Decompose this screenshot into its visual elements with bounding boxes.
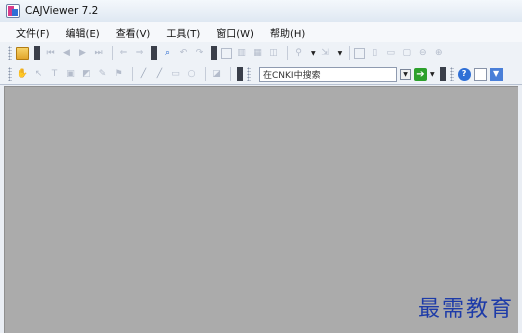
toolbar-grip-icon[interactable] <box>247 67 251 81</box>
menu-bar: 文件(F) 编辑(E) 查看(V) 工具(T) 窗口(W) 帮助(H) <box>0 22 522 42</box>
menu-view[interactable]: 查看(V) <box>116 25 151 40</box>
menu-help[interactable]: 帮助(H) <box>270 25 305 40</box>
chevron-down-icon[interactable]: ▼ <box>311 50 316 57</box>
forward-icon[interactable]: ⇒ <box>133 47 146 60</box>
zoom-out-icon[interactable]: ⊖ <box>416 47 429 60</box>
zoom-icon[interactable]: ⚲ <box>292 47 305 60</box>
text-select-icon[interactable]: T <box>48 68 61 81</box>
toolbar-separator <box>112 46 113 60</box>
toolbar-row-1: ⏮ ◀ ▶ ⏭ ⇐ ⇒ ⌕ ↶ ↷ ▥ ▦ ◫ ⚲ ▼ ⇲ ▼ ▯ ▭ ▢ ⊖ … <box>0 43 522 63</box>
menu-edit[interactable]: 编辑(E) <box>66 25 100 40</box>
toolbar-grip-icon[interactable] <box>151 46 157 60</box>
menu-file[interactable]: 文件(F) <box>16 25 50 40</box>
toolbar-grip-icon[interactable] <box>237 67 243 81</box>
menu-tools[interactable]: 工具(T) <box>166 25 200 40</box>
cajviewer-icon <box>6 4 20 18</box>
fit-page-icon[interactable]: ▯ <box>368 47 381 60</box>
window-title: CAJViewer 7.2 <box>25 5 99 17</box>
title-bar[interactable]: CAJViewer 7.2 <box>0 0 522 22</box>
continuous-page-icon[interactable]: ▥ <box>235 47 248 60</box>
image-select-icon[interactable]: ▣ <box>64 68 77 81</box>
toolbar-grip-icon[interactable] <box>211 46 217 60</box>
toolbar-grip-icon[interactable] <box>439 67 446 81</box>
search-dropdown-button[interactable]: ▼ <box>400 68 411 80</box>
toolbar-grip-icon[interactable] <box>8 46 12 60</box>
open-folder-icon[interactable] <box>16 46 29 60</box>
toolbar-separator <box>132 67 133 81</box>
facing-pages-icon[interactable]: ▦ <box>251 47 264 60</box>
zoom-in-icon[interactable]: ⊕ <box>432 47 445 60</box>
select-arrow-icon[interactable]: ↖ <box>32 68 45 81</box>
toolbar-grip-icon[interactable] <box>34 46 40 60</box>
back-icon[interactable]: ⇐ <box>117 47 130 60</box>
download-icon[interactable]: ▼ <box>489 67 503 81</box>
toolbar-separator <box>205 67 206 81</box>
rotate-left-icon[interactable]: ↶ <box>177 47 190 60</box>
hand-tool-icon[interactable]: ✋ <box>16 68 29 81</box>
document-icon[interactable] <box>473 67 487 81</box>
snapshot-icon[interactable]: ◩ <box>80 68 93 81</box>
toolbar-grip-icon[interactable] <box>8 67 12 81</box>
fit-width-icon[interactable]: ▭ <box>384 47 397 60</box>
toolbar-area: ⏮ ◀ ▶ ⏭ ⇐ ⇒ ⌕ ↶ ↷ ▥ ▦ ◫ ⚲ ▼ ⇲ ▼ ▯ ▭ ▢ ⊖ … <box>0 42 522 85</box>
highlight-icon[interactable]: ╱ <box>153 68 166 81</box>
cnki-search-input[interactable]: 在CNKI中搜索 <box>259 66 397 82</box>
help-icon[interactable]: ? <box>457 67 471 81</box>
erase-annotation-icon[interactable]: ◪ <box>210 68 223 81</box>
chevron-down-icon[interactable]: ▼ <box>338 50 343 57</box>
chevron-down-icon[interactable]: ▼ <box>430 71 435 78</box>
actual-size-icon[interactable] <box>354 47 366 59</box>
watermark-text: 最需教育 <box>417 297 514 322</box>
single-page-icon[interactable] <box>221 47 232 59</box>
rotate-right-icon[interactable]: ↷ <box>193 47 206 60</box>
fit-icon[interactable]: ⇲ <box>319 47 332 60</box>
toolbar-separator <box>230 67 231 81</box>
toolbar-separator <box>349 46 351 60</box>
bookmark-icon[interactable]: ⚑ <box>112 68 125 81</box>
last-page-icon[interactable]: ⏭ <box>92 47 105 60</box>
two-page-icon[interactable]: ◫ <box>267 47 280 60</box>
ellipse-icon[interactable]: ○ <box>185 68 198 81</box>
search-go-button[interactable]: ➔ <box>414 67 427 81</box>
previous-page-icon[interactable]: ◀ <box>60 47 73 60</box>
toolbar-grip-icon[interactable] <box>449 67 454 81</box>
menu-window[interactable]: 窗口(W) <box>216 25 254 40</box>
rectangle-icon[interactable]: ▭ <box>169 68 182 81</box>
next-page-icon[interactable]: ▶ <box>76 47 89 60</box>
find-icon[interactable]: ⌕ <box>161 47 174 60</box>
first-page-icon[interactable]: ⏮ <box>44 47 57 60</box>
fit-visible-icon[interactable]: ▢ <box>400 47 413 60</box>
ocr-icon[interactable]: ✎ <box>96 68 109 81</box>
toolbar-row-2: ✋ ↖ T ▣ ◩ ✎ ⚑ ╱ ╱ ▭ ○ ◪ 在CNKI中搜索 ▼ ➔ ▼ ?… <box>0 64 522 84</box>
pen-icon[interactable]: ╱ <box>137 68 150 81</box>
toolbar-separator <box>287 46 288 60</box>
cajviewer-window: CAJViewer 7.2 文件(F) 编辑(E) 查看(V) 工具(T) 窗口… <box>0 0 522 333</box>
